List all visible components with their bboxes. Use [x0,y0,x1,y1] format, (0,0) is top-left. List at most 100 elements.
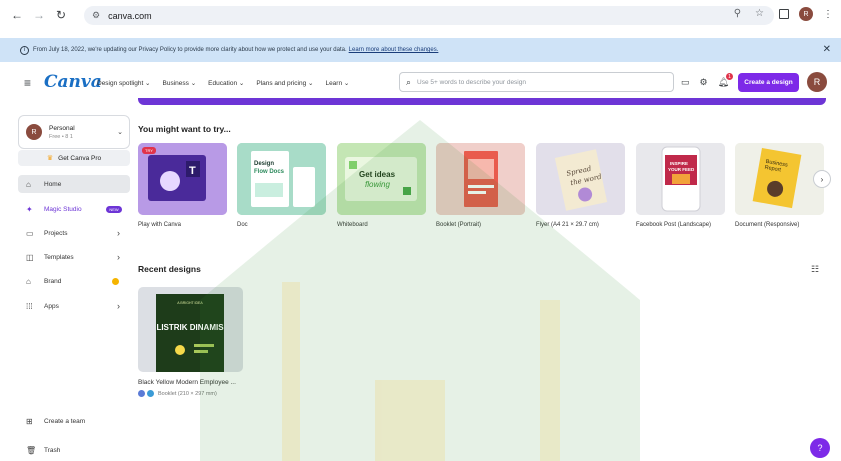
svg-text:Get ideas: Get ideas [359,170,396,179]
document-thumbnail: Business Report [735,143,824,215]
browser-toolbar: ← → ↻ ⚙ canva.com ⚲ ☆ R ⋮ [0,0,841,30]
recent-design-name[interactable]: Black Yellow Modern Employee ... [138,379,236,386]
reload-icon[interactable]: ↻ [52,6,70,24]
sidebar-item-label: Projects [44,229,68,237]
crown-icon: ♛ [46,155,54,162]
notifications-bell-icon[interactable]: 🔔︎ 1 [718,73,734,88]
canva-header: ≡ Canva Design spotlight ⌄ Business ⌄ Ed… [0,68,841,98]
address-bar[interactable]: ⚙ canva.com ⚲ ☆ [84,6,774,25]
svg-text:Flow Docs: Flow Docs [254,169,285,175]
settings-gear-icon[interactable]: ⚙ [700,77,708,88]
svg-text:flowing: flowing [365,180,390,189]
brand-crown-dot [112,277,119,285]
browser-profile-avatar[interactable]: R [799,7,813,21]
search-icon: ⌕ [406,76,412,87]
user-avatar[interactable]: R [807,72,827,92]
search-placeholder: Use 5+ words to describe your design [417,78,526,86]
sidebar-item-home[interactable]: ⌂ Home [18,175,130,193]
account-switcher[interactable]: R Personal Free • 8 1 ⌄ [18,115,130,149]
chevron-right-icon: › [117,252,120,262]
sidebar-item-create-team[interactable]: ⊞ Create a team [18,412,130,430]
banner-learn-more-link[interactable]: Learn more about these changes. [349,47,439,53]
banner-text: From July 18, 2022, we're updating our P… [33,47,347,53]
sidebar-item-label: Home [44,180,62,188]
browser-menu-icon[interactable]: ⋮ [823,9,833,20]
card-label: Whiteboard [337,222,368,228]
apps-icon: ⁞⁞⁞ [26,301,33,311]
svg-text:T: T [189,165,196,177]
card-label: Play with Canva [138,222,182,228]
hero-banner-strip [138,98,826,105]
card-label: Document (Responsive) [735,222,800,228]
card-document-responsive[interactable]: Business Report [735,143,824,215]
sidebar-item-label: Templates [44,253,74,261]
sidebar-item-projects[interactable]: ▭ Projects › [18,224,130,242]
card-label: Booklet (Portrait) [436,222,482,228]
account-plan: Free • 8 1 [49,133,73,140]
search-input[interactable]: ⌕ Use 5+ words to describe your design [399,72,674,92]
chevron-right-icon: › [117,301,120,311]
sidebar-item-apps[interactable]: ⁞⁞⁞ Apps › [18,297,130,315]
close-icon[interactable]: ✕ [823,44,831,55]
svg-text:Design: Design [254,161,274,167]
sidebar-item-label: Apps [44,302,59,310]
nav-business[interactable]: Business ⌄ [163,79,197,87]
create-design-button[interactable]: Create a design [738,73,799,92]
site-settings-icon[interactable]: ⚙ [92,10,100,21]
recent-designs-title: Recent designs [138,264,201,274]
help-button[interactable]: ? [810,438,830,458]
card-booklet[interactable] [436,143,525,215]
new-badge: NEW [106,205,122,213]
sidebar-item-magic-studio[interactable]: ✦ Magic Studio NEW [18,200,130,218]
card-flyer[interactable]: Spread the word [536,143,625,215]
nav-plans-pricing[interactable]: Plans and pricing ⌄ [256,79,313,87]
get-canva-pro-button[interactable]: ♛ Get Canva Pro [18,150,130,166]
sidebar: R Personal Free • 8 1 ⌄ ♛ Get Canva Pro … [0,105,132,461]
home-icon: ⌂ [26,179,31,189]
notification-count-badge: 1 [726,73,734,80]
forward-icon[interactable]: → [30,6,48,24]
svg-text:YOUR FEED: YOUR FEED [668,167,695,172]
trash-icon: 🗑︎ [26,445,37,455]
card-label: Flyer (A4 21 × 29.7 cm) [536,222,599,228]
back-icon[interactable]: ← [8,6,26,24]
thumb-title: LISTRIK DINAMIS [156,323,224,332]
sidebar-item-brand[interactable]: ⌂ Brand [18,272,130,290]
doc-thumbnail: Design Flow Docs [237,143,326,215]
flyer-thumbnail: Spread the word [536,143,625,215]
svg-text:INSPIRE: INSPIRE [670,161,688,166]
nav-design-spotlight[interactable]: Design spotlight ⌄ [97,79,151,87]
sidebar-item-label: Trash [44,446,61,454]
zoom-icon[interactable]: ⚲ [734,8,741,19]
info-icon: i [20,45,29,55]
collaborator-avatar [138,390,145,397]
sidebar-item-trash[interactable]: 🗑︎ Trash [18,441,130,459]
recent-design-meta: Booklet (210 × 297 mm) [138,390,217,397]
sidebar-item-label: Brand [44,277,62,285]
card-doc[interactable]: Design Flow Docs [237,143,326,215]
list-view-icon[interactable]: ☷ [811,264,819,275]
card-label: Facebook Post (Landscape) [636,222,712,228]
pro-button-label: Get Canva Pro [58,154,102,162]
card-label: Doc [237,222,248,228]
whiteboard-thumbnail: Get ideas flowing [337,143,426,215]
sidebar-item-templates[interactable]: ◫ Templates › [18,248,130,266]
hamburger-menu-icon[interactable]: ≡ [24,76,31,90]
side-panel-icon[interactable] [779,9,789,19]
main-nav: Design spotlight ⌄ Business ⌄ Education … [97,79,349,87]
card-facebook-post[interactable]: INSPIRE YOUR FEED [636,143,725,215]
recent-design-thumbnail: A BRIGHT IDEA LISTRIK DINAMIS [156,294,224,372]
account-name: Personal [49,124,75,132]
chevron-down-icon: ⌄ [117,129,123,136]
nav-education[interactable]: Education ⌄ [208,79,244,87]
account-avatar: R [26,124,42,140]
team-icon: ⊞ [26,416,33,426]
monitor-icon[interactable]: ▭ [681,77,690,88]
bookmark-star-icon[interactable]: ☆ [755,8,764,19]
carousel-next-button[interactable]: › [813,170,831,188]
folder-icon: ▭ [26,228,34,238]
sidebar-item-label: Create a team [44,417,86,425]
card-whiteboard[interactable]: Get ideas flowing [337,143,426,215]
nav-learn[interactable]: Learn ⌄ [325,79,349,87]
canva-logo[interactable]: Canva [44,72,102,92]
